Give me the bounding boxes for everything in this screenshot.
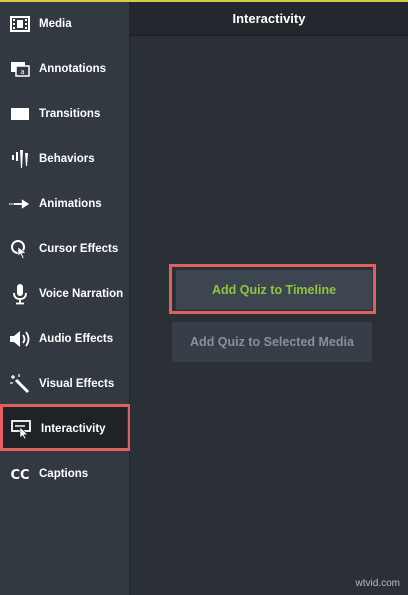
sidebar-item-label: Behaviors	[39, 153, 95, 165]
magic-wand-icon	[9, 373, 31, 395]
sidebar-item-audio-effects[interactable]: Audio Effects	[0, 317, 129, 361]
captions-icon: CC	[9, 463, 31, 485]
sidebar-item-transitions[interactable]: Transitions	[0, 92, 129, 136]
sidebar-item-behaviors[interactable]: Behaviors	[0, 137, 129, 181]
sidebar-item-label: Audio Effects	[39, 333, 114, 345]
sidebar-item-label: Annotations	[39, 63, 107, 75]
sidebar-item-visual-effects[interactable]: Visual Effects	[0, 362, 129, 406]
add-quiz-highlight-box	[169, 264, 376, 314]
cursor-effects-icon	[9, 238, 31, 260]
page-title: Interactivity	[232, 11, 306, 26]
sidebar-item-label: Visual Effects	[39, 378, 115, 390]
sidebar-item-label: Animations	[39, 198, 102, 210]
speaker-icon	[9, 328, 31, 350]
behaviors-icon	[9, 148, 31, 170]
sidebar: Media a Annotations Transitions Behavior…	[0, 2, 130, 595]
sidebar-item-label: Media	[39, 18, 72, 30]
transition-icon	[9, 103, 31, 125]
film-icon	[9, 13, 31, 35]
svg-text:a: a	[20, 68, 24, 76]
sidebar-item-label: Transitions	[39, 108, 101, 120]
animation-arrow-icon	[9, 193, 31, 215]
sidebar-item-cursor-effects[interactable]: Cursor Effects	[0, 227, 129, 271]
sidebar-item-annotations[interactable]: a Annotations	[0, 47, 129, 91]
add-quiz-to-selected-media-button[interactable]: Add Quiz to Selected Media	[172, 322, 372, 362]
sidebar-item-label: Cursor Effects	[39, 243, 119, 255]
sidebar-item-media[interactable]: Media	[0, 2, 129, 46]
sidebar-item-label: Captions	[39, 468, 89, 480]
svg-text:CC: CC	[10, 468, 29, 481]
watermark: wtvid.com	[355, 578, 400, 589]
panel-header: Interactivity	[130, 2, 408, 36]
sidebar-item-label: Voice Narration	[39, 288, 124, 300]
interactivity-highlight-box	[0, 404, 131, 451]
microphone-icon	[9, 283, 31, 305]
sidebar-item-captions[interactable]: CC Captions	[0, 452, 129, 496]
app-window: Media a Annotations Transitions Behavior…	[0, 0, 408, 595]
sidebar-item-animations[interactable]: Animations	[0, 182, 129, 226]
main-panel	[130, 36, 408, 595]
sidebar-item-voice-narration[interactable]: Voice Narration	[0, 272, 129, 316]
annotation-icon: a	[9, 58, 31, 80]
